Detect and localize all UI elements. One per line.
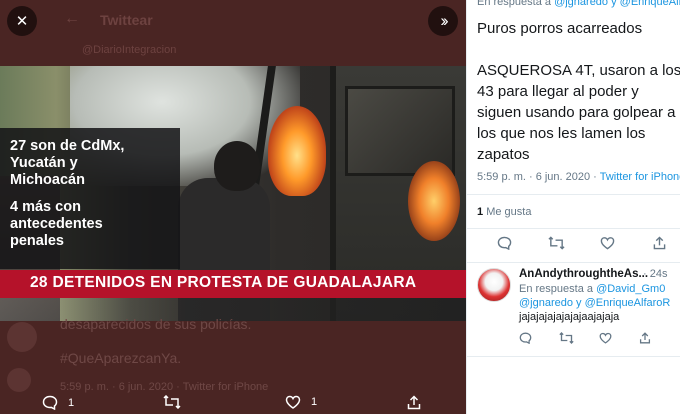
reply-context-prefix: En respuesta a bbox=[477, 0, 551, 8]
video-caption-box: 27 son de CdMx, Yucatán y Michoacán 4 má… bbox=[0, 128, 180, 269]
tweet-line: siguen usando para golpear a bbox=[477, 104, 676, 121]
divider bbox=[467, 356, 680, 357]
reply-context-prefix: En respuesta a bbox=[519, 283, 593, 295]
reply-author-name[interactable]: AnAndythroughtheAs... bbox=[519, 268, 648, 280]
tweet-timestamp[interactable]: 5:59 p. m. · 6 jun. 2020 · bbox=[477, 171, 600, 183]
news-banner: 28 DETENIDOS EN PROTESTA DE GUADALAJARA bbox=[0, 270, 466, 298]
tweet-paragraph: ASQUEROSA 4T, usaron a los 43 para llega… bbox=[477, 60, 680, 165]
likes-summary[interactable]: 1 Me gusta bbox=[477, 206, 531, 218]
dimmed-tweet-text: desaparecidos de sus policías. bbox=[60, 316, 252, 332]
divider bbox=[467, 228, 680, 229]
double-chevron-right-icon: ›› bbox=[440, 11, 449, 30]
reply-icon bbox=[42, 395, 58, 410]
video-person-head bbox=[214, 141, 260, 191]
banner-text: 28 DETENIDOS EN PROTESTA DE GUADALAJARA bbox=[30, 274, 417, 291]
caption-line: 4 más con bbox=[10, 199, 81, 215]
reply-handle[interactable]: @David_Gm0 bbox=[596, 283, 665, 295]
heart-icon[interactable] bbox=[599, 332, 612, 344]
caption-line: 27 son de CdMx, bbox=[10, 138, 125, 154]
likes-count: 1 bbox=[477, 206, 484, 218]
retweet-icon bbox=[163, 395, 181, 409]
tweet-text: Puros porros acarreados ASQUEROSA 4T, us… bbox=[477, 18, 680, 165]
dimmed-avatar bbox=[7, 322, 37, 352]
reply-context-line: @jgnaredo y @EnriqueAlfaroR bbox=[519, 297, 670, 309]
caption-line: penales bbox=[10, 233, 64, 249]
media-viewer: ← Twittear @DiarioIntegracion ✕ ›› 27 so… bbox=[0, 0, 466, 414]
dimmed-title: Twittear bbox=[100, 12, 153, 28]
caption-line: antecedentes bbox=[10, 216, 103, 232]
video-fire-inside bbox=[408, 161, 460, 241]
close-button[interactable]: ✕ bbox=[7, 6, 37, 36]
reply-text: jajajajajajajajaajajaja bbox=[519, 311, 620, 323]
tweet-source[interactable]: Twitter for iPhone bbox=[600, 171, 680, 183]
reply-count: 1 bbox=[68, 396, 75, 409]
reply-context-handles[interactable]: @jgnaredo y @EnriqueAlfaro bbox=[554, 0, 680, 8]
dimmed-header: ← Twittear bbox=[0, 0, 466, 40]
reply-context-line: En respuesta a @David_Gm0 bbox=[519, 283, 665, 295]
like-button[interactable]: 1 bbox=[285, 395, 317, 409]
tweet-line: zapatos bbox=[477, 146, 530, 163]
like-count: 1 bbox=[311, 396, 318, 408]
tweet-action-bar bbox=[467, 236, 680, 256]
dimmed-subtitle: @DiarioIntegracion bbox=[82, 44, 177, 56]
reply-icon[interactable] bbox=[519, 332, 532, 344]
video-fire bbox=[268, 106, 326, 196]
reply-icon[interactable] bbox=[497, 236, 512, 250]
reply-button[interactable]: 1 bbox=[42, 395, 74, 410]
avatar[interactable] bbox=[477, 268, 511, 302]
reply-timestamp[interactable]: · 24s bbox=[643, 268, 667, 280]
tweet-line: ASQUEROSA 4T, usaron a los bbox=[477, 62, 680, 79]
tweet-paragraph: Puros porros acarreados bbox=[477, 20, 643, 37]
share-icon[interactable] bbox=[653, 236, 666, 250]
tweet-line: los que nos les lamen los bbox=[477, 125, 646, 142]
share-icon bbox=[407, 395, 421, 410]
share-icon[interactable] bbox=[639, 332, 651, 344]
likes-label: Me gusta bbox=[486, 206, 532, 218]
reply-handles[interactable]: @jgnaredo y @EnriqueAlfaroR bbox=[519, 297, 670, 309]
tweet-meta: 5:59 p. m. · 6 jun. 2020 · Twitter for i… bbox=[477, 171, 680, 183]
reply-context: En respuesta a @jgnaredo y @EnriqueAlfar… bbox=[477, 0, 680, 8]
video-frame[interactable]: 27 son de CdMx, Yucatán y Michoacán 4 má… bbox=[0, 66, 466, 321]
heart-icon bbox=[285, 395, 301, 409]
share-button[interactable] bbox=[407, 395, 421, 410]
caption-line: Yucatán y bbox=[10, 155, 78, 171]
dimmed-avatar-small bbox=[7, 368, 31, 392]
divider bbox=[467, 194, 680, 195]
divider bbox=[467, 262, 680, 263]
dimmed-hashtag: #QueAparezcanYa. bbox=[60, 350, 182, 366]
expand-panel-button[interactable]: ›› bbox=[428, 6, 458, 36]
tweet-line: 43 para llegar al poder y bbox=[477, 83, 639, 100]
back-arrow-icon: ← bbox=[64, 10, 80, 27]
retweet-icon[interactable] bbox=[548, 236, 565, 250]
tweet-detail-panel: En respuesta a @jgnaredo y @EnriqueAlfar… bbox=[466, 0, 680, 414]
retweet-icon[interactable] bbox=[559, 332, 574, 344]
retweet-button[interactable] bbox=[163, 395, 181, 409]
heart-icon[interactable] bbox=[600, 236, 615, 250]
caption-line: Michoacán bbox=[10, 172, 85, 188]
viewer-action-bar: 1 1 bbox=[0, 390, 466, 414]
close-icon: ✕ bbox=[15, 13, 29, 30]
